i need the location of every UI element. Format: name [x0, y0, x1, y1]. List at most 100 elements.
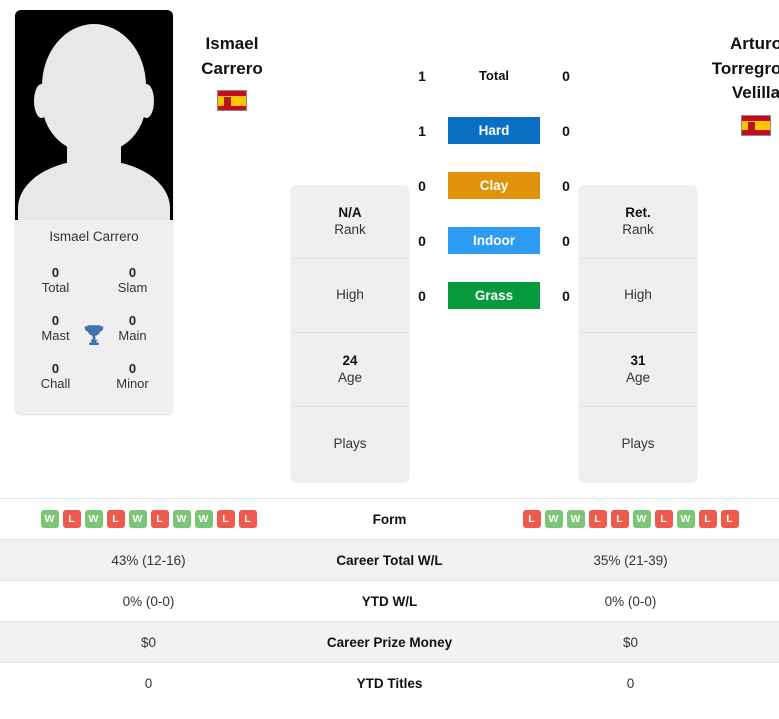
comparison-row-label: Form: [372, 511, 407, 527]
avatar-silhouette-head: [42, 24, 146, 152]
info-cell-age: 31 Age: [579, 333, 697, 407]
comparison-row-form: WLWLWLWWLL Form LWWLLWLWLL: [0, 498, 779, 539]
h2h-right-score: 0: [562, 177, 570, 194]
flag-band: [742, 120, 770, 131]
h2h-surface-bar-hard[interactable]: Hard: [448, 117, 540, 144]
comparison-row-career-prize-money: $0 Career Prize Money $0: [0, 621, 779, 662]
h2h-left-score: 1: [418, 122, 426, 139]
h2h-surface-bar-indoor[interactable]: Indoor: [448, 227, 540, 254]
info-cell-plays: Plays: [579, 407, 697, 481]
left-player-form-badges: WLWLWLWWLL: [0, 510, 297, 528]
form-badge-win: W: [172, 510, 191, 528]
comparison-row-career-total-wl: 43% (12-16) Career Total W/L 35% (21-39): [0, 539, 779, 580]
form-badge-loss: L: [720, 510, 739, 528]
titles-cell: 0 Chall: [17, 361, 94, 392]
titles-label: Slam: [117, 279, 148, 295]
info-value: 24: [342, 353, 358, 369]
h2h-right-score: 0: [562, 287, 570, 304]
left-player-titles-grid: 0 Total 0 Slam 0 Mast 0 Main 0 Chall 0 M…: [15, 255, 173, 414]
info-cell-age: 24 Age: [291, 333, 409, 407]
spain-flag-icon: [217, 90, 247, 112]
info-label: Plays: [621, 435, 655, 451]
h2h-left-score: 0: [418, 232, 426, 249]
info-label: Age: [337, 369, 363, 385]
comparison-row-label: Career Total W/L: [336, 552, 443, 568]
form-badge-loss: L: [522, 510, 541, 528]
avatar-silhouette-ear-right: [139, 84, 154, 118]
left-player-card[interactable]: Ismael Carrero 0 Total 0 Slam 0 Mast 0 M…: [15, 10, 173, 414]
form-badge-win: W: [566, 510, 585, 528]
info-value: Ret.: [625, 205, 651, 221]
right-player-name-line2: Torregrosa: [711, 58, 779, 78]
right-value: 0% (0-0): [604, 593, 657, 609]
form-badge-loss: L: [610, 510, 629, 528]
comparison-row-label: Career Prize Money: [326, 634, 453, 650]
info-cell-rank: N/A Rank: [291, 185, 409, 259]
form-badge-win: W: [632, 510, 651, 528]
right-player-info-stack: Ret. Rank High 31 Age Plays: [579, 185, 697, 481]
h2h-row-hard: 1 Hard 0: [409, 117, 579, 144]
left-player-info-stack: N/A Rank High 24 Age Plays: [291, 185, 409, 481]
right-player-name: Arturo Torregrosa Velilla: [712, 10, 779, 106]
left-player-name: Ismael Carrero: [201, 10, 262, 81]
h2h-surface-column: 1 Total 0 1 Hard 0 0 Clay 0 0 Indoor 0 0…: [409, 62, 579, 309]
info-label: Rank: [334, 221, 366, 237]
form-badge-loss: L: [150, 510, 169, 528]
h2h-row-total: 1 Total 0: [409, 62, 579, 89]
comparison-row-ytd-wl: 0% (0-0) YTD W/L 0% (0-0): [0, 580, 779, 621]
left-value: $0: [140, 634, 157, 650]
right-player-name-line3: Velilla: [731, 83, 779, 103]
info-label: Rank: [622, 221, 654, 237]
titles-label: Total: [41, 279, 70, 295]
form-badge-win: W: [544, 510, 563, 528]
h2h-left-score: 0: [418, 287, 426, 304]
form-badge-loss: L: [62, 510, 81, 528]
comparison-row-label: YTD Titles: [356, 675, 423, 691]
right-player-name-line1: Arturo: [730, 34, 779, 53]
h2h-right-score: 0: [562, 232, 570, 249]
form-badge-win: W: [194, 510, 213, 528]
form-badge-loss: L: [588, 510, 607, 528]
titles-cell: 0 Total: [17, 264, 94, 296]
form-badge-win: W: [40, 510, 59, 528]
trophy-icon: [84, 324, 104, 345]
form-badge-loss: L: [654, 510, 673, 528]
info-label: Age: [625, 369, 651, 385]
titles-label: Minor: [116, 375, 149, 391]
info-label: High: [336, 287, 364, 303]
left-player-photo-caption: Ismael Carrero: [15, 220, 173, 256]
comparison-table: WLWLWLWWLL Form LWWLLWLWLL 43% (12-16) C…: [0, 498, 779, 703]
titles-count: 0: [51, 264, 60, 280]
form-badge-loss: L: [698, 510, 717, 528]
left-player-name-line2: Carrero: [201, 58, 263, 78]
flag-crest: [748, 121, 755, 131]
info-cell-high: High: [291, 259, 409, 333]
right-player-name-column: Arturo Torregrosa Velilla: [697, 10, 779, 136]
head-to-head-header: Ismael Carrero 0 Total 0 Slam 0 Mast 0 M…: [0, 0, 779, 498]
comparison-row-ytd-titles: 0 YTD Titles 0: [0, 662, 779, 703]
titles-cell: 0 Slam: [94, 265, 171, 296]
h2h-surface-bar-clay[interactable]: Clay: [448, 172, 540, 199]
h2h-surface-bar-grass[interactable]: Grass: [448, 282, 540, 309]
form-badge-win: W: [84, 510, 103, 528]
flag-band: [218, 96, 246, 106]
h2h-left-score: 1: [418, 67, 426, 84]
info-label: High: [624, 287, 652, 303]
form-badge-win: W: [128, 510, 147, 528]
h2h-right-score: 0: [562, 67, 570, 84]
comparison-row-label: YTD W/L: [361, 593, 418, 609]
form-badge-loss: L: [216, 510, 235, 528]
h2h-right-score: 0: [562, 122, 570, 139]
titles-cell: 0 Minor: [94, 361, 171, 392]
h2h-row-clay: 0 Clay 0: [409, 172, 579, 199]
info-value: N/A: [338, 205, 362, 221]
h2h-row-indoor: 0 Indoor 0: [409, 227, 579, 254]
info-label: Plays: [333, 435, 367, 451]
titles-label: Chall: [40, 375, 71, 391]
form-badge-win: W: [676, 510, 695, 528]
right-value: $0: [622, 634, 639, 650]
spain-flag-icon: [741, 114, 771, 136]
left-player-name-line1: Ismael: [205, 34, 259, 53]
flag-crest: [224, 97, 231, 107]
info-cell-high: High: [579, 259, 697, 333]
